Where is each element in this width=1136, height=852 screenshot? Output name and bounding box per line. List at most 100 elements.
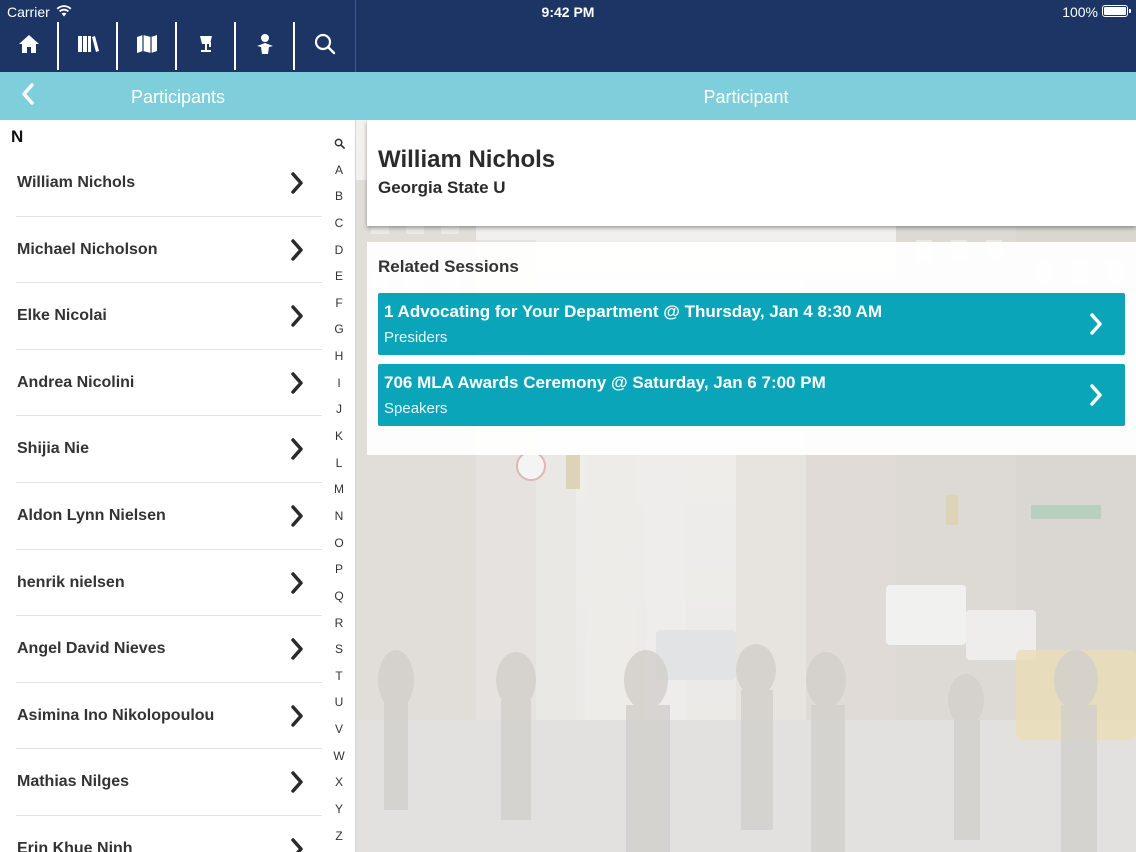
list-item[interactable]: William Nichols <box>0 150 322 217</box>
home-icon <box>17 32 41 61</box>
index-letter[interactable]: W <box>322 743 355 770</box>
chevron-right-icon <box>291 771 303 794</box>
index-letter[interactable]: T <box>322 663 355 690</box>
split-divider <box>355 0 356 72</box>
index-letter[interactable]: X <box>322 769 355 796</box>
participant-name: Angel David Nieves <box>17 640 166 658</box>
participant-detail-pane: William Nichols Georgia State U Related … <box>356 120 1136 852</box>
chevron-right-icon <box>291 838 303 852</box>
participant-name: Asimina Ino Nikolopoulou <box>17 706 215 724</box>
participant-name: Andrea Nicolini <box>17 373 135 391</box>
search-button[interactable] <box>295 22 354 70</box>
street-background-image <box>356 120 1136 852</box>
chevron-right-icon <box>291 505 303 527</box>
related-sessions-heading: Related Sessions <box>378 257 519 276</box>
list-item[interactable]: Andrea Nicolini <box>0 350 322 417</box>
index-letter[interactable]: E <box>322 263 355 290</box>
index-letter[interactable]: H <box>322 343 355 370</box>
index-letter[interactable]: O <box>322 530 355 557</box>
chevron-right-icon <box>291 372 303 394</box>
index-letter[interactable]: V <box>322 716 355 743</box>
map-icon <box>135 32 159 61</box>
session-title: 706 MLA Awards Ceremony @ Saturday, Jan … <box>384 373 826 392</box>
battery-percent: 100% <box>1062 4 1098 20</box>
chevron-right-icon <box>1090 384 1102 406</box>
index-letter[interactable]: S <box>322 636 355 663</box>
chevron-right-icon <box>1090 313 1102 335</box>
index-letter[interactable]: G <box>322 316 355 343</box>
participants-list-pane[interactable]: N William Nichols Michael Nicholson Elke… <box>0 120 356 852</box>
status-time: 9:42 PM <box>541 4 595 20</box>
battery-icon <box>1102 5 1131 17</box>
library-button[interactable] <box>59 22 118 70</box>
session-button[interactable]: 1 Advocating for Your Department @ Thurs… <box>378 293 1125 355</box>
home-button[interactable] <box>0 22 59 70</box>
list-title: Participants <box>130 87 226 107</box>
index-letter[interactable]: N <box>322 503 355 530</box>
list-item[interactable]: Elke Nicolai <box>0 283 322 350</box>
top-bar: Carrier 9:42 PM 100% <box>0 0 1136 72</box>
index-letter[interactable]: Y <box>322 796 355 823</box>
participant-header-card: William Nichols Georgia State U <box>367 120 1136 226</box>
nav-bar: Participants Participant <box>0 72 1136 120</box>
exhibits-button[interactable] <box>177 22 236 70</box>
books-icon <box>76 32 100 61</box>
participant-name: Elke Nicolai <box>17 307 107 325</box>
session-role: Speakers <box>384 400 448 417</box>
index-letter[interactable]: K <box>322 423 355 450</box>
session-button[interactable]: 706 MLA Awards Ceremony @ Saturday, Jan … <box>378 364 1125 426</box>
chevron-right-icon <box>291 305 303 327</box>
participant-name: Michael Nicholson <box>17 240 158 258</box>
index-letter[interactable]: L <box>322 450 355 477</box>
participant-name: henrik nielsen <box>17 573 125 591</box>
lamp-icon <box>194 32 218 61</box>
chevron-right-icon <box>291 638 303 660</box>
list-item[interactable]: henrik nielsen <box>0 550 322 617</box>
main-toolbar <box>0 22 356 70</box>
chevron-right-icon <box>291 571 303 594</box>
index-letter[interactable]: Z <box>322 823 355 850</box>
list-item[interactable]: Erin Khue Ninh <box>0 816 322 852</box>
participant-name-heading: William Nichols <box>378 146 556 173</box>
search-icon <box>313 32 337 61</box>
map-button[interactable] <box>118 22 177 70</box>
chevron-right-icon <box>291 238 303 261</box>
list-item[interactable]: Michael Nicholson <box>0 217 322 284</box>
list-item[interactable]: Shijia Nie <box>0 416 322 483</box>
status-bar: Carrier 9:42 PM 100% <box>0 0 1136 22</box>
participant-name: William Nichols <box>17 174 136 191</box>
chevron-right-icon <box>291 438 303 461</box>
list-item[interactable]: Aldon Lynn Nielsen <box>0 483 322 550</box>
index-letter[interactable]: R <box>322 610 355 637</box>
index-letter[interactable]: I <box>322 370 355 397</box>
participant-affiliation: Georgia State U <box>378 178 506 197</box>
participant-list: William Nichols Michael Nicholson Elke N… <box>0 150 322 852</box>
index-letter[interactable]: A <box>322 157 355 184</box>
index-letter[interactable]: Q <box>322 583 355 610</box>
index-letter[interactable]: C <box>322 210 355 237</box>
chevron-right-icon <box>291 172 303 194</box>
index-letter[interactable]: U <box>322 689 355 716</box>
index-letter[interactable]: M <box>322 476 355 503</box>
list-item[interactable]: Asimina Ino Nikolopoulou <box>0 683 322 750</box>
participant-name: Mathias Nilges <box>17 773 130 791</box>
people-button[interactable] <box>236 22 295 70</box>
index-search-icon[interactable] <box>322 130 355 157</box>
index-letter[interactable]: J <box>322 396 355 423</box>
section-header: N <box>11 127 24 146</box>
session-role: Presiders <box>384 329 448 346</box>
related-sessions-card: Related Sessions 1 Advocating for Your D… <box>367 242 1136 455</box>
participant-name: Erin Khue Ninh <box>17 839 133 852</box>
detail-title: Participant <box>703 87 789 107</box>
session-title: 1 Advocating for Your Department @ Thurs… <box>384 302 883 321</box>
index-letter[interactable]: F <box>322 290 355 317</box>
person-icon <box>253 32 277 61</box>
index-letter[interactable]: P <box>322 556 355 583</box>
list-item[interactable]: Mathias Nilges <box>0 749 322 816</box>
participant-name: Aldon Lynn Nielsen <box>17 506 166 524</box>
list-item[interactable]: Angel David Nieves <box>0 616 322 683</box>
index-letter[interactable]: B <box>322 183 355 210</box>
alphabet-index[interactable]: A B C D E F G H I J K L M N O P Q R S T … <box>322 130 355 850</box>
participant-name: Shijia Nie <box>17 440 90 458</box>
index-letter[interactable]: D <box>322 237 355 264</box>
